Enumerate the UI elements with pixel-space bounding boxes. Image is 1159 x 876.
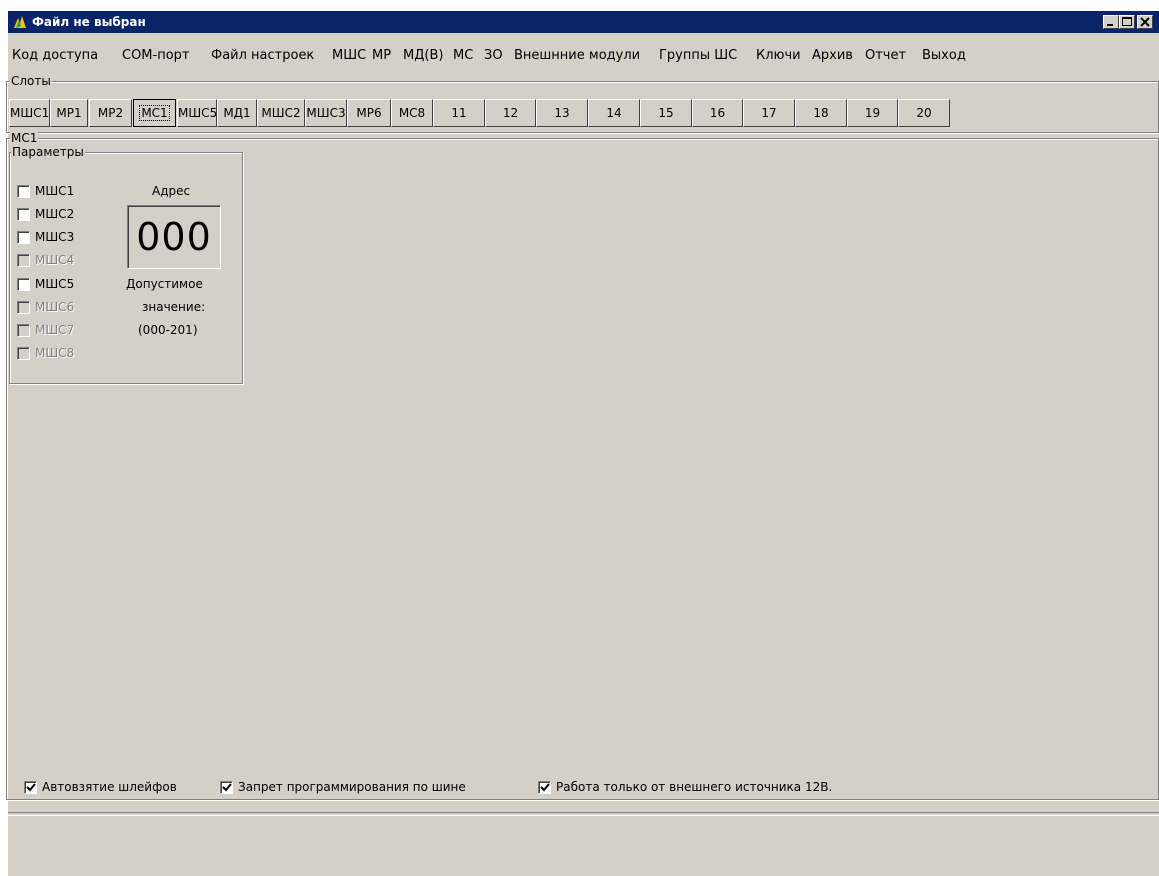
checkbox-external-12v-only[interactable] bbox=[538, 781, 551, 794]
menu-settings-file[interactable]: Файл настроек bbox=[210, 47, 315, 65]
title-bar[interactable]: Файл не выбран bbox=[8, 11, 1159, 33]
checkbox-bus-program-lock[interactable] bbox=[220, 781, 233, 794]
checkbox-label: МШС7 bbox=[35, 323, 75, 337]
close-icon bbox=[1140, 17, 1150, 27]
maximize-icon bbox=[1122, 17, 1132, 26]
slot-button-2[interactable]: МР1 bbox=[50, 99, 88, 127]
checkbox-label: МШС3 bbox=[35, 230, 75, 244]
slot-button-17[interactable]: 17 bbox=[743, 99, 795, 127]
checkbox-label: МШС6 bbox=[35, 300, 75, 314]
window-title: Файл не выбран bbox=[32, 15, 146, 29]
menu-access-code[interactable]: Код доступа bbox=[11, 47, 99, 65]
slot-button-4[interactable]: МС1 bbox=[133, 99, 176, 127]
slot-button-18[interactable]: 18 bbox=[795, 99, 847, 127]
checkbox-label: МШС8 bbox=[35, 346, 75, 360]
checkbox-mshs7 bbox=[17, 324, 30, 337]
slot-button-1[interactable]: МШС1 bbox=[9, 99, 50, 127]
params-caption: Параметры bbox=[11, 145, 85, 159]
option-label: Запрет программирования по шине bbox=[238, 780, 466, 794]
slot-button-9[interactable]: МР6 bbox=[347, 99, 391, 127]
checkbox-label: МШС2 bbox=[35, 207, 75, 221]
checkbox-mshs2[interactable] bbox=[17, 208, 30, 221]
slot-button-8[interactable]: МШС3 bbox=[305, 99, 347, 127]
address-value: 000 bbox=[136, 215, 212, 259]
address-label: Адрес bbox=[152, 184, 191, 198]
slot-button-14[interactable]: 14 bbox=[588, 99, 640, 127]
checkmark-icon bbox=[26, 783, 36, 792]
minimize-button[interactable] bbox=[1103, 15, 1119, 29]
menu-report[interactable]: Отчет bbox=[864, 47, 907, 65]
slot-button-7[interactable]: МШС2 bbox=[257, 99, 305, 127]
module-caption: МС1 bbox=[10, 131, 39, 145]
checkbox-mshs3[interactable] bbox=[17, 231, 30, 244]
minimize-icon bbox=[1107, 24, 1113, 26]
address-field[interactable]: 000 bbox=[127, 205, 221, 269]
slot-button-16[interactable]: 16 bbox=[692, 99, 743, 127]
checkbox-mshs4 bbox=[17, 254, 30, 267]
slot-button-13[interactable]: 13 bbox=[536, 99, 588, 127]
option-label: Автовзятие шлейфов bbox=[42, 780, 177, 794]
menu-bar: Код доступа СОМ-порт Файл настроек МШС М… bbox=[8, 47, 1159, 65]
slot-button-10[interactable]: МС8 bbox=[391, 99, 433, 127]
menu-mr[interactable]: МР bbox=[371, 47, 392, 65]
slot-button-19[interactable]: 19 bbox=[847, 99, 898, 127]
checkbox-mshs6 bbox=[17, 301, 30, 314]
separator bbox=[8, 812, 1159, 816]
maximize-button[interactable] bbox=[1119, 15, 1135, 29]
checkbox-mshs8 bbox=[17, 347, 30, 360]
slot-button-20[interactable]: 20 bbox=[898, 99, 950, 127]
main-window: Файл не выбран Код доступа СОМ-порт Файл… bbox=[6, 11, 1159, 876]
menu-com-port[interactable]: СОМ-порт bbox=[121, 47, 191, 65]
slot-button-5[interactable]: МШС5 bbox=[177, 99, 217, 127]
menu-archive[interactable]: Архив bbox=[811, 47, 854, 65]
slot-button-6[interactable]: МД1 bbox=[217, 99, 257, 127]
menu-mshs[interactable]: МШС bbox=[331, 47, 367, 65]
checkmark-icon bbox=[540, 783, 550, 792]
menu-exit[interactable]: Выход bbox=[921, 47, 967, 65]
slot-button-12[interactable]: 12 bbox=[485, 99, 536, 127]
slot-button-3[interactable]: МР2 bbox=[89, 99, 132, 127]
menu-zo[interactable]: ЗО bbox=[483, 47, 504, 65]
menu-ms[interactable]: МС bbox=[452, 47, 474, 65]
slot-button-11[interactable]: 11 bbox=[433, 99, 485, 127]
checkbox-label: МШС4 bbox=[35, 253, 75, 267]
allowed-value-label: Допустимое bbox=[126, 277, 203, 291]
checkbox-mshs5[interactable] bbox=[17, 278, 30, 291]
menu-sh-groups[interactable]: Группы ШС bbox=[658, 47, 738, 65]
checkbox-label: МШС5 bbox=[35, 277, 75, 291]
checkmark-icon bbox=[222, 783, 232, 792]
checkbox-auto-arm-loops[interactable] bbox=[24, 781, 37, 794]
checkbox-label: МШС1 bbox=[35, 184, 75, 198]
menu-keys[interactable]: Ключи bbox=[755, 47, 802, 65]
close-button[interactable] bbox=[1137, 15, 1153, 29]
option-label: Работа только от внешнего источника 12В. bbox=[556, 780, 833, 794]
menu-external-modules[interactable]: Внешнние модули bbox=[513, 47, 641, 65]
allowed-value-label: значение: bbox=[142, 300, 206, 314]
menu-md[interactable]: МД(В) bbox=[402, 47, 444, 65]
slot-button-15[interactable]: 15 bbox=[640, 99, 692, 127]
app-icon bbox=[14, 16, 26, 28]
checkbox-mshs1[interactable] bbox=[17, 185, 30, 198]
slots-caption: Слоты bbox=[10, 74, 52, 88]
allowed-range: (000-201) bbox=[138, 323, 198, 337]
